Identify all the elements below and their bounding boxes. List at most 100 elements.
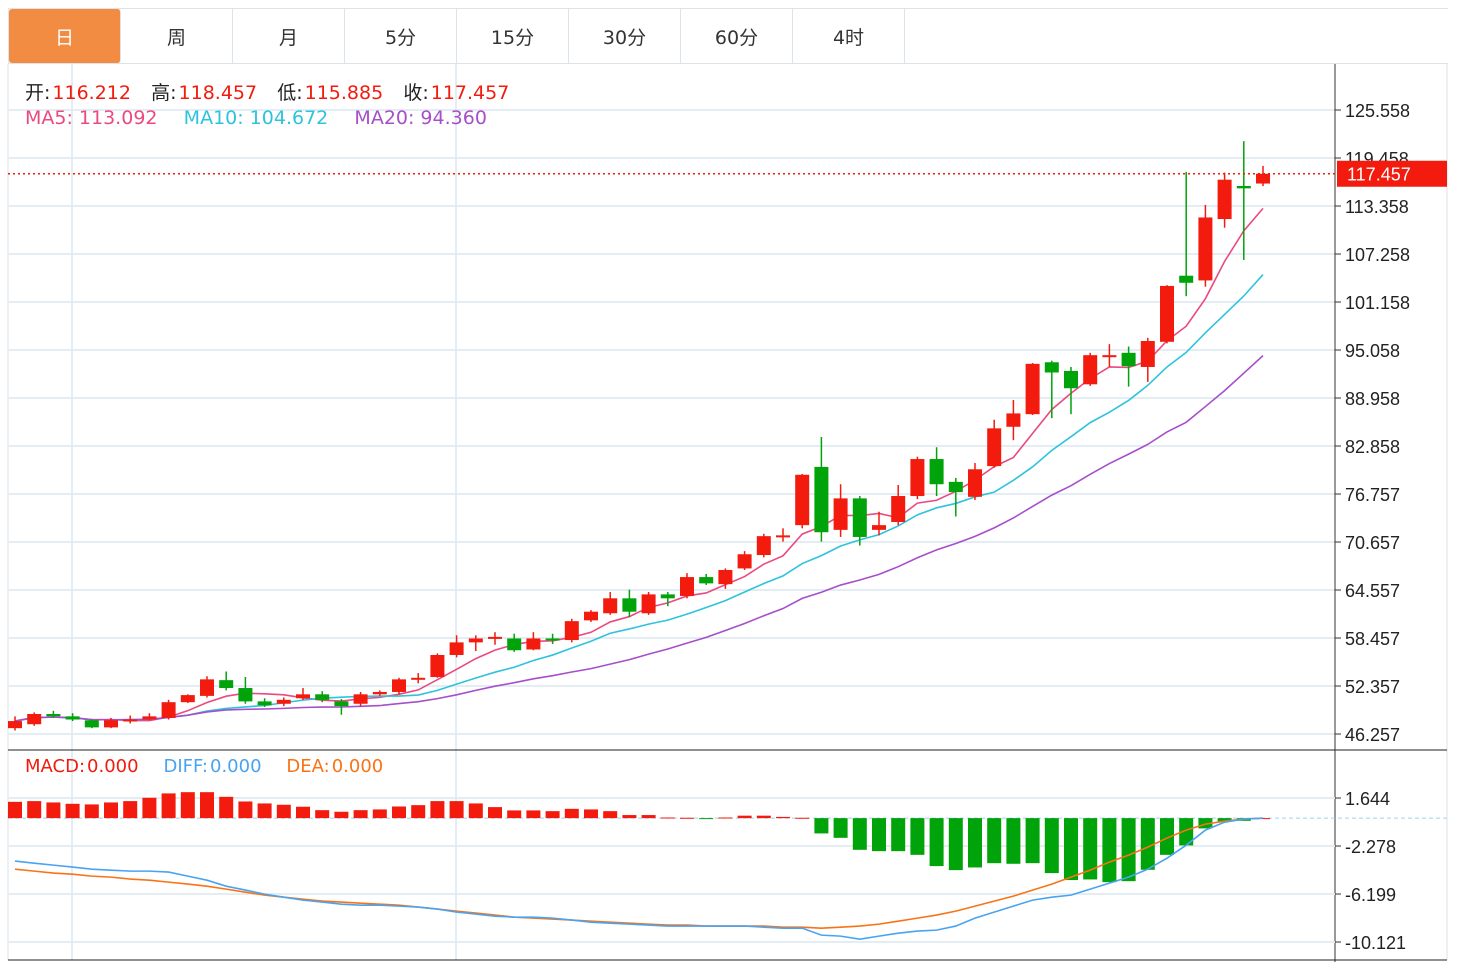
candle bbox=[929, 447, 944, 497]
macd-bar bbox=[737, 815, 752, 819]
candle bbox=[65, 713, 80, 722]
candle-body bbox=[353, 694, 368, 704]
candle-body bbox=[430, 654, 445, 678]
candle-body bbox=[795, 474, 810, 526]
candle-body bbox=[584, 611, 598, 621]
macd-bar bbox=[353, 810, 368, 819]
candle-body bbox=[1121, 352, 1136, 367]
candle-body bbox=[910, 459, 925, 497]
macd-bar bbox=[564, 808, 579, 819]
candle bbox=[84, 719, 99, 729]
candle-body bbox=[1006, 413, 1021, 427]
macd-bar bbox=[334, 811, 349, 819]
candle bbox=[814, 437, 829, 542]
candle bbox=[622, 589, 637, 618]
macd-bar bbox=[776, 816, 790, 819]
macd-bar bbox=[84, 804, 99, 819]
candle-body bbox=[699, 577, 714, 584]
candle-body bbox=[507, 638, 522, 651]
candle bbox=[526, 632, 541, 651]
candle bbox=[987, 419, 1002, 468]
candle bbox=[238, 677, 253, 704]
candle bbox=[545, 633, 560, 644]
open-label: 开: bbox=[25, 82, 51, 104]
kline-chart[interactable]: 125.558119.458113.358107.258101.15895.05… bbox=[0, 0, 1463, 962]
candle-body bbox=[776, 535, 790, 538]
ma10-legend: MA10: 104.672 bbox=[183, 107, 329, 129]
macd-bar bbox=[987, 818, 1002, 864]
candle-body bbox=[718, 569, 733, 585]
macd-bar bbox=[891, 818, 906, 852]
candle bbox=[411, 673, 426, 684]
candle bbox=[737, 551, 752, 570]
macd-bar bbox=[660, 817, 675, 819]
candle-body bbox=[1160, 285, 1174, 342]
macd-bar bbox=[1102, 818, 1117, 883]
macd-bar bbox=[584, 809, 598, 819]
candle-body bbox=[948, 481, 963, 493]
candle-body bbox=[392, 679, 406, 692]
macd-bar bbox=[1064, 818, 1078, 881]
macd-bar bbox=[372, 809, 387, 819]
candle bbox=[1044, 360, 1059, 419]
candle-body bbox=[968, 469, 982, 497]
macd-bar bbox=[104, 802, 118, 819]
candle bbox=[27, 712, 42, 726]
candle bbox=[910, 456, 925, 500]
candle-body bbox=[315, 694, 330, 700]
candle-body bbox=[8, 721, 22, 729]
candle-body bbox=[1064, 370, 1078, 389]
candle-body bbox=[1217, 179, 1232, 220]
ma5-line bbox=[14, 207, 1264, 722]
macd-bar bbox=[622, 815, 637, 819]
candle bbox=[296, 688, 310, 700]
candle bbox=[488, 632, 502, 645]
price-tick-label: 107.258 bbox=[1345, 245, 1410, 265]
macd-bar bbox=[699, 818, 714, 820]
price-tick-label: 52.357 bbox=[1345, 677, 1400, 697]
low-label: 低: bbox=[277, 82, 303, 104]
macd-bar bbox=[257, 803, 272, 819]
macd-bar bbox=[468, 803, 483, 819]
dea-label: DEA: bbox=[286, 756, 330, 777]
close-value: 117.457 bbox=[430, 82, 510, 104]
candle bbox=[392, 677, 406, 695]
candle bbox=[564, 618, 579, 643]
candle bbox=[1256, 165, 1270, 187]
candle-body bbox=[334, 701, 349, 707]
candle bbox=[641, 592, 656, 615]
candle-body bbox=[852, 498, 867, 537]
candle bbox=[1217, 172, 1232, 228]
candle-body bbox=[833, 498, 848, 530]
macd-label: MACD: bbox=[25, 756, 86, 777]
candle-body bbox=[219, 680, 234, 689]
candle-body bbox=[84, 720, 99, 728]
candle bbox=[1102, 344, 1117, 367]
macd-bar bbox=[65, 803, 80, 819]
candle-body bbox=[296, 694, 310, 699]
macd-bar bbox=[315, 810, 330, 819]
dea-value: 0.000 bbox=[331, 756, 384, 777]
macd-bar bbox=[238, 801, 253, 819]
ma10-line bbox=[14, 274, 1264, 722]
macd-tick-label: 1.644 bbox=[1345, 789, 1390, 809]
macd-value: 0.000 bbox=[87, 756, 139, 777]
price-tick-label: 46.257 bbox=[1345, 725, 1400, 745]
macd-bar bbox=[430, 801, 445, 819]
macd-bar bbox=[276, 804, 291, 819]
ohlc-legend: 开: 116.212 高: 118.457 低: 115.885 收: 117.457 bbox=[25, 78, 511, 105]
candle-body bbox=[1102, 355, 1117, 358]
candle bbox=[603, 592, 618, 615]
candle-body bbox=[180, 695, 195, 703]
macd-bar bbox=[1025, 818, 1040, 864]
candle-body bbox=[238, 688, 253, 702]
candle-body bbox=[756, 536, 771, 556]
candle bbox=[430, 653, 445, 678]
price-tick-label: 58.457 bbox=[1345, 629, 1400, 649]
macd-bar bbox=[8, 801, 22, 819]
macd-bar bbox=[1044, 818, 1059, 874]
candle-body bbox=[46, 713, 61, 717]
candle-body bbox=[200, 679, 214, 696]
ma5-legend: MA5: 113.092 bbox=[25, 107, 158, 129]
candle-body bbox=[449, 642, 464, 655]
